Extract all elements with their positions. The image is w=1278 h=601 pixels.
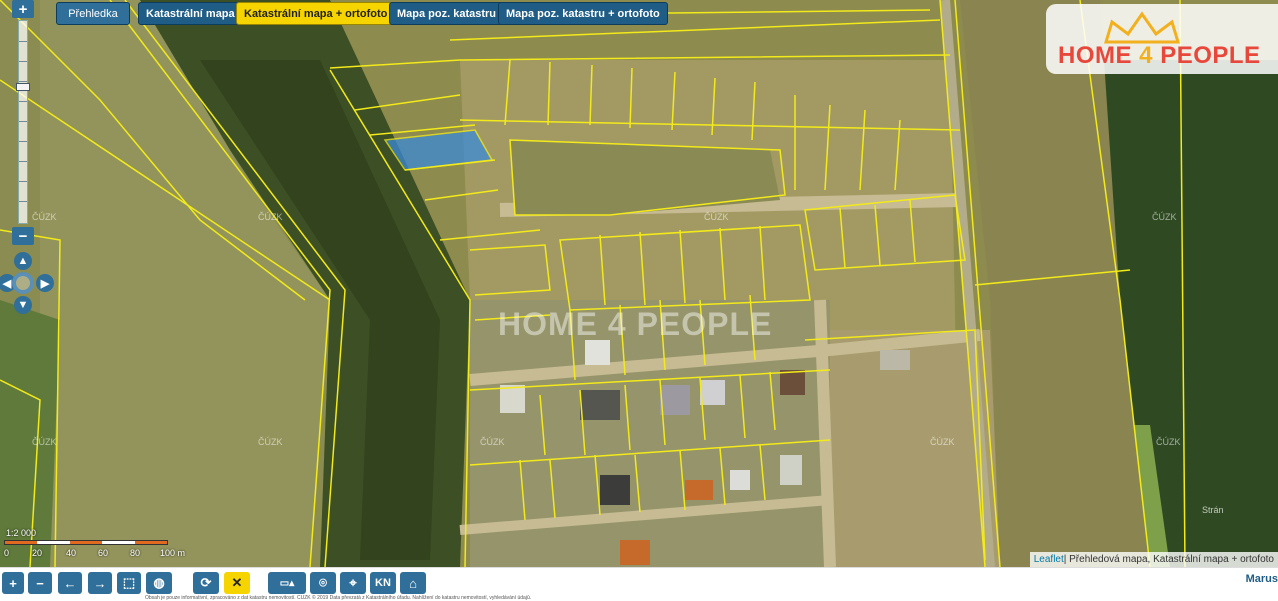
pan-center-button[interactable] — [12, 272, 34, 294]
zoom-slider-track[interactable] — [16, 20, 30, 224]
layer-button-prehledka[interactable]: Přehledka — [56, 2, 130, 25]
footer-disclaimer: Obsah je pouze informativní, zpracováno … — [145, 595, 532, 601]
cuzk-watermark: ČÚZK — [480, 437, 505, 447]
scale-ratio: 1:2 000 — [6, 528, 37, 538]
scale-labels: 0 20 40 60 80 100 m — [4, 548, 186, 558]
map-canvas[interactable]: ČÚZK ČÚZK ČÚZK ČÚZK ČÚZK ČÚZK ČÚZK ČÚZK … — [0, 0, 1278, 567]
clear-close-icon[interactable]: ✕ — [224, 572, 250, 594]
globe-icon[interactable]: ◍ — [146, 572, 172, 594]
map-attribution: Leaflet | Přehledová mapa, Katastrální m… — [1029, 552, 1278, 567]
layer-button-mapa-poz-ortofoto[interactable]: Mapa poz. katastru + ortofoto — [498, 2, 668, 25]
scale-graphic — [4, 540, 168, 545]
cuzk-watermark: ČÚZK — [258, 437, 283, 447]
crown-icon — [1103, 11, 1181, 44]
zoom-slider-thumb[interactable] — [16, 83, 30, 91]
zoom-out-button[interactable]: − — [12, 227, 34, 245]
pan-up-icon[interactable]: ▲ — [14, 252, 32, 270]
orthophoto-parcel-map — [0, 0, 1278, 567]
forward-arrow-icon[interactable]: → — [88, 572, 112, 594]
map-watermark: HOME 4 PEOPLE — [498, 306, 773, 342]
zoom-in-button[interactable]: + — [12, 0, 34, 18]
kn-button[interactable]: KN — [370, 572, 396, 594]
layer-button-mapa-poz-katastru[interactable]: Mapa poz. katastru — [389, 2, 505, 25]
cuzk-watermark: ČÚZK — [258, 212, 283, 222]
measure-icon[interactable]: ▭▴ — [268, 572, 306, 594]
footer-brand: Marus — [1245, 573, 1278, 585]
pan-down-icon[interactable]: ▼ — [14, 296, 32, 314]
cuzk-watermark: ČÚZK — [704, 212, 729, 222]
layer-button-katastralni-ortofoto[interactable]: Katastrální mapa + ortofoto — [236, 2, 396, 25]
logo-text: HOME 4 PEOPLE — [1058, 42, 1261, 69]
location-pin-icon[interactable]: ⌾ — [310, 572, 336, 594]
home-icon[interactable]: ⌂ — [400, 572, 426, 594]
home4people-logo: HOME 4 PEOPLE — [1046, 4, 1278, 74]
zoom-control: + − — [12, 0, 34, 245]
place-label: Strán — [1202, 505, 1224, 515]
zoom-box-icon[interactable]: ⬚ — [117, 572, 141, 594]
bottom-toolbar: + − ← → ⬚ ◍ ⟳ ✕ ▭▴ ⌾ ⌖ KN ⌂ Obsah je pou… — [0, 567, 1278, 601]
cuzk-watermark: ČÚZK — [32, 437, 57, 447]
cuzk-watermark: ČÚZK — [1152, 212, 1177, 222]
layer-button-katastralni-mapa[interactable]: Katastrální mapa — [138, 2, 243, 25]
pan-control: ▲ ◀ ▶ ▼ — [0, 252, 54, 314]
zoom-in-tool-icon[interactable]: + — [2, 572, 24, 594]
scale-bar: 1:2 000 0 20 40 60 80 100 m — [4, 528, 194, 562]
back-arrow-icon[interactable]: ← — [58, 572, 82, 594]
refresh-icon[interactable]: ⟳ — [193, 572, 219, 594]
zoom-out-tool-icon[interactable]: − — [28, 572, 52, 594]
crosshair-icon[interactable]: ⌖ — [340, 572, 366, 594]
cuzk-watermark: ČÚZK — [32, 212, 57, 222]
cuzk-watermark: ČÚZK — [1156, 437, 1181, 447]
cuzk-watermark: ČÚZK — [930, 437, 955, 447]
pan-right-icon[interactable]: ▶ — [36, 274, 54, 292]
leaflet-link[interactable]: Leaflet — [1034, 554, 1064, 565]
